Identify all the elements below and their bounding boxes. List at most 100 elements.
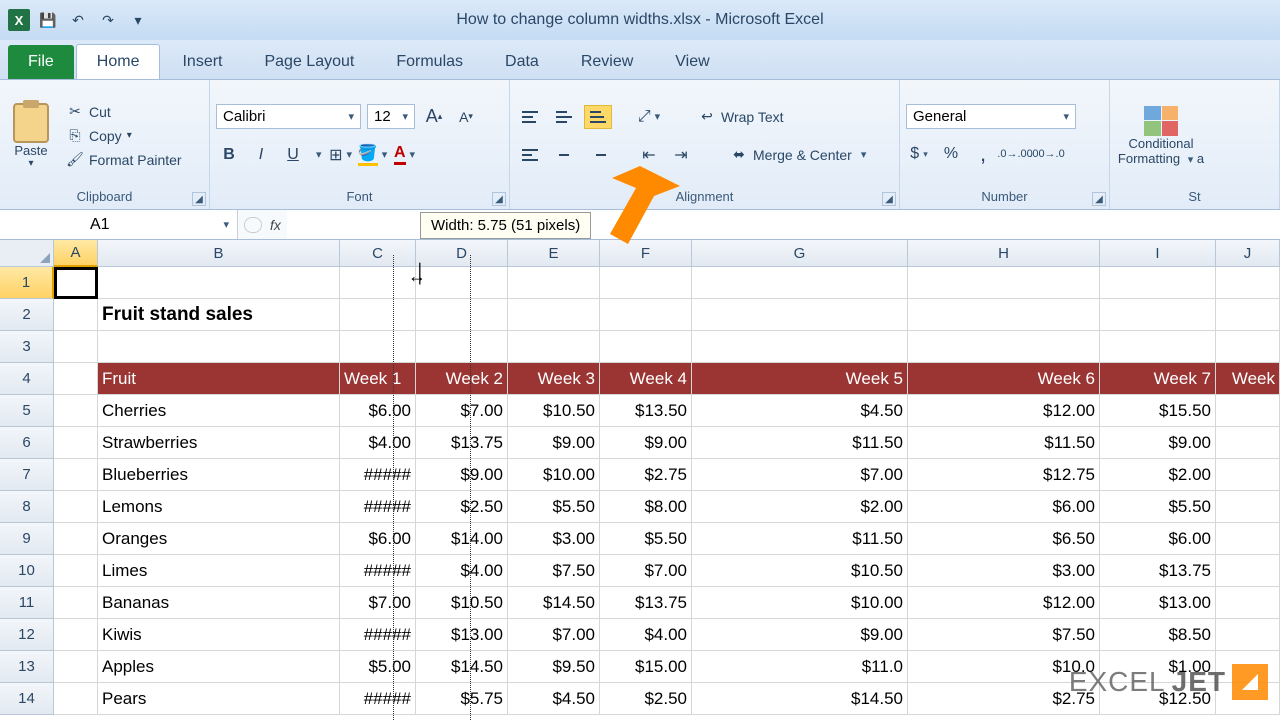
cell-I1[interactable]	[1100, 267, 1216, 299]
cell-D8[interactable]: $2.50	[416, 491, 508, 523]
cell-J12[interactable]	[1216, 619, 1280, 651]
cell-F14[interactable]: $2.50	[600, 683, 692, 715]
cut-button[interactable]: ✂Cut	[62, 101, 186, 123]
cell-E7[interactable]: $10.00	[508, 459, 600, 491]
cell-H5[interactable]: $12.00	[908, 395, 1100, 427]
cell-H1[interactable]	[908, 267, 1100, 299]
cell-E8[interactable]: $5.50	[508, 491, 600, 523]
cell-A2[interactable]	[54, 299, 98, 331]
cell-J7[interactable]	[1216, 459, 1280, 491]
cell-A1[interactable]	[54, 267, 98, 299]
row-header-13[interactable]: 13	[0, 651, 54, 683]
column-header-I[interactable]: I	[1100, 240, 1216, 267]
orientation-button[interactable]: ⤢▾	[636, 104, 662, 130]
cell-F9[interactable]: $5.50	[600, 523, 692, 555]
copy-button[interactable]: ⎘Copy ▾	[62, 125, 186, 147]
cell-A4[interactable]	[54, 363, 98, 395]
decrease-indent-button[interactable]: ⇤	[636, 142, 662, 168]
percent-button[interactable]: %	[938, 141, 964, 167]
tab-review[interactable]: Review	[561, 45, 653, 79]
worksheet-grid[interactable]: ABCDEFGHIJ 12Fruit stand sales34FruitWee…	[0, 240, 1280, 715]
cell-H9[interactable]: $6.50	[908, 523, 1100, 555]
cell-G1[interactable]	[692, 267, 908, 299]
font-launcher[interactable]: ◢	[492, 192, 506, 206]
column-header-G[interactable]: G	[692, 240, 908, 267]
cell-I6[interactable]: $9.00	[1100, 427, 1216, 459]
tab-view[interactable]: View	[655, 45, 729, 79]
cell-H7[interactable]: $12.75	[908, 459, 1100, 491]
column-header-H[interactable]: H	[908, 240, 1100, 267]
cell-J6[interactable]	[1216, 427, 1280, 459]
clipboard-launcher[interactable]: ◢	[192, 192, 206, 206]
cell-E14[interactable]: $4.50	[508, 683, 600, 715]
undo-button[interactable]: ↶	[66, 8, 90, 32]
cell-E9[interactable]: $3.00	[508, 523, 600, 555]
cell-F1[interactable]	[600, 267, 692, 299]
cell-D2[interactable]	[416, 299, 508, 331]
cell-C6[interactable]: $4.00	[340, 427, 416, 459]
cell-G10[interactable]: $10.50	[692, 555, 908, 587]
redo-button[interactable]: ↷	[96, 8, 120, 32]
cell-B11[interactable]: Bananas	[98, 587, 340, 619]
cell-C13[interactable]: $5.00	[340, 651, 416, 683]
number-launcher[interactable]: ◢	[1092, 192, 1106, 206]
cell-B4[interactable]: Fruit	[98, 363, 340, 395]
font-color-button[interactable]: A▾	[392, 142, 418, 168]
cell-E11[interactable]: $14.50	[508, 587, 600, 619]
alignment-launcher[interactable]: ◢	[882, 192, 896, 206]
save-button[interactable]: 💾	[36, 8, 60, 32]
cell-J1[interactable]	[1216, 267, 1280, 299]
cell-G3[interactable]	[692, 331, 908, 363]
grow-font-button[interactable]: A▴	[421, 104, 447, 130]
cell-F10[interactable]: $7.00	[600, 555, 692, 587]
cell-A7[interactable]	[54, 459, 98, 491]
cell-C11[interactable]: $7.00	[340, 587, 416, 619]
cell-F11[interactable]: $13.75	[600, 587, 692, 619]
tab-page-layout[interactable]: Page Layout	[244, 45, 374, 79]
comma-button[interactable]: ,	[970, 141, 996, 167]
row-header-3[interactable]: 3	[0, 331, 54, 363]
tab-formulas[interactable]: Formulas	[376, 45, 483, 79]
cell-E5[interactable]: $10.50	[508, 395, 600, 427]
row-header-9[interactable]: 9	[0, 523, 54, 555]
cell-I4[interactable]: Week 7	[1100, 363, 1216, 395]
cell-A9[interactable]	[54, 523, 98, 555]
conditional-formatting-button[interactable]: Conditional Formatting ▾ a	[1116, 84, 1206, 187]
select-all-corner[interactable]	[0, 240, 54, 267]
cell-B13[interactable]: Apples	[98, 651, 340, 683]
shrink-font-button[interactable]: A▾	[453, 104, 479, 130]
row-header-8[interactable]: 8	[0, 491, 54, 523]
cell-C2[interactable]	[340, 299, 416, 331]
cell-G8[interactable]: $2.00	[692, 491, 908, 523]
font-size-select[interactable]: 12▾	[367, 104, 415, 129]
row-header-2[interactable]: 2	[0, 299, 54, 331]
cell-H11[interactable]: $12.00	[908, 587, 1100, 619]
cell-D6[interactable]: $13.75	[416, 427, 508, 459]
name-box[interactable]: A1▾	[0, 210, 238, 239]
column-header-A[interactable]: A	[54, 240, 98, 267]
tab-file[interactable]: File	[8, 45, 74, 79]
cell-H12[interactable]: $7.50	[908, 619, 1100, 651]
cell-C12[interactable]: #####	[340, 619, 416, 651]
row-header-1[interactable]: 1	[0, 267, 54, 299]
cell-I12[interactable]: $8.50	[1100, 619, 1216, 651]
cell-J10[interactable]	[1216, 555, 1280, 587]
cell-C4[interactable]: Week 1	[340, 363, 416, 395]
paste-button[interactable]: Paste ▾	[6, 84, 56, 187]
cell-H3[interactable]	[908, 331, 1100, 363]
cell-B10[interactable]: Limes	[98, 555, 340, 587]
cell-A14[interactable]	[54, 683, 98, 715]
cell-E4[interactable]: Week 3	[508, 363, 600, 395]
cell-G2[interactable]	[692, 299, 908, 331]
cell-G9[interactable]: $11.50	[692, 523, 908, 555]
fill-color-button[interactable]: 🪣▾	[360, 142, 386, 168]
cell-I7[interactable]: $2.00	[1100, 459, 1216, 491]
merge-center-button[interactable]: ⬌Merge & Center ▾	[726, 144, 870, 166]
cell-F3[interactable]	[600, 331, 692, 363]
cell-J9[interactable]	[1216, 523, 1280, 555]
cell-D3[interactable]	[416, 331, 508, 363]
bold-button[interactable]: B	[216, 142, 242, 168]
cell-D4[interactable]: Week 2	[416, 363, 508, 395]
cell-A10[interactable]	[54, 555, 98, 587]
column-header-D[interactable]: D	[416, 240, 508, 267]
